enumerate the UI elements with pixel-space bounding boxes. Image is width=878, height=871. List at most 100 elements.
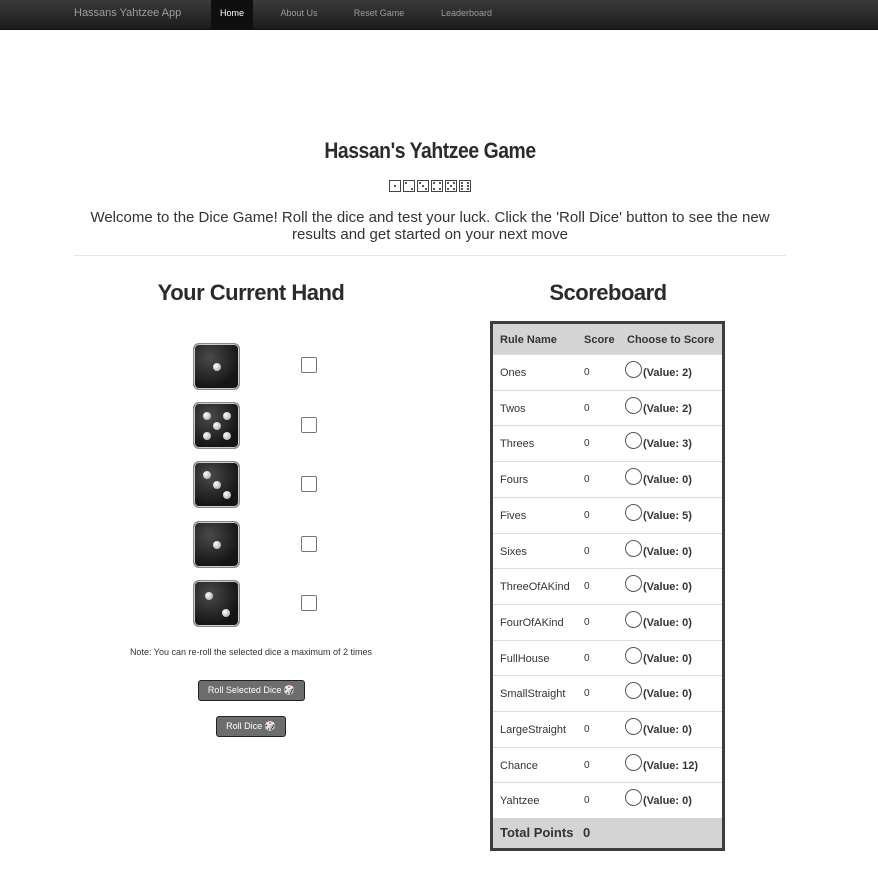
brand-link[interactable]: Hassans Yahtzee App — [74, 0, 181, 30]
choose-score-radio[interactable] — [625, 503, 642, 521]
die-1 — [193, 343, 240, 390]
header-rule-name: Rule Name — [500, 334, 557, 346]
header-choose: Choose to Score — [627, 334, 715, 346]
rule-score: 0 — [584, 795, 590, 807]
scoreboard-table: Rule Name Score Choose to Score Ones 0 (Va… — [490, 321, 725, 851]
nav-home[interactable]: Home — [211, 0, 253, 30]
choose-score-radio[interactable] — [625, 682, 642, 700]
die-2 — [193, 402, 240, 449]
rule-name: ThreeOfAKind — [500, 581, 570, 594]
rule-value: (Value: 0) — [643, 688, 692, 701]
table-row: Threes 0 (Value: 3) — [493, 425, 722, 461]
rule-score: 0 — [584, 474, 590, 486]
rule-score: 0 — [584, 438, 590, 450]
rule-score: 0 — [584, 724, 590, 735]
total-points-row: Total Points 0 — [493, 818, 722, 848]
rule-name: LargeStraight — [500, 724, 567, 736]
rule-name: Twos — [500, 402, 526, 415]
choose-score-radio[interactable] — [625, 396, 642, 414]
table-header: Rule Name Score Choose to Score — [493, 324, 722, 354]
die-face-4-icon — [431, 180, 443, 192]
hold-checkbox-2[interactable] — [301, 417, 317, 433]
dice-icons-strip — [389, 180, 471, 192]
rule-value: (Value: 0) — [643, 795, 692, 808]
nav-reset-game[interactable]: Reset Game — [348, 0, 410, 30]
hold-checkbox-1[interactable] — [301, 357, 317, 373]
rule-score: 0 — [584, 367, 590, 378]
choose-score-radio[interactable] — [625, 610, 642, 628]
die-face-5-icon — [445, 180, 457, 192]
table-row: Fives 0 (Value: 5) — [493, 496, 722, 533]
choose-score-radio[interactable] — [625, 753, 642, 771]
die-4 — [193, 521, 240, 568]
rule-name: Chance — [500, 759, 538, 772]
rule-name: Fours — [500, 474, 529, 487]
rule-value: (Value: 12) — [643, 759, 699, 772]
nav-leaderboard[interactable]: Leaderboard — [435, 0, 498, 30]
rule-name: FullHouse — [500, 652, 550, 665]
rule-score: 0 — [584, 545, 590, 557]
table-row: Sixes 0 (Value: 0) — [493, 532, 722, 569]
top-navbar: Hassans Yahtzee App Home About Us Reset … — [0, 0, 878, 30]
table-row: Yahtzee 0 (Value: 0) — [493, 782, 722, 818]
die-face-3-icon — [417, 180, 429, 192]
roll-selected-dice-button[interactable]: Roll Selected Dice 🎲 — [198, 680, 305, 701]
table-row: FourOfAKind 0 (Value: 0) — [493, 603, 722, 640]
table-row: Chance 0 (Value: 12) — [493, 746, 722, 783]
scoreboard-title: Scoreboard — [549, 280, 667, 305]
nav-about-us[interactable]: About Us — [275, 0, 323, 30]
table-row: LargeStraight 0 (Value: 0) — [493, 711, 722, 747]
rule-value: (Value: 0) — [643, 581, 692, 594]
rule-score: 0 — [584, 402, 590, 414]
table-row: ThreeOfAKind 0 (Value: 0) — [493, 568, 722, 604]
rule-score: 0 — [584, 509, 590, 521]
choose-score-radio[interactable] — [625, 646, 642, 664]
die-3 — [193, 461, 240, 508]
rule-name: Fives — [500, 509, 527, 522]
choose-score-radio[interactable] — [625, 718, 642, 735]
table-row: Ones 0 (Value: 2) — [493, 354, 722, 390]
choose-score-radio[interactable] — [625, 361, 642, 378]
reroll-note: Note: You can re-roll the selected dice … — [129, 647, 373, 657]
hold-checkbox-4[interactable] — [301, 536, 317, 552]
rule-value: (Value: 0) — [643, 474, 692, 487]
total-points-value: 0 — [583, 825, 591, 840]
rule-name: Ones — [500, 367, 527, 379]
rule-value: (Value: 2) — [643, 402, 692, 415]
roll-dice-button[interactable]: Roll Dice 🎲 — [216, 716, 286, 737]
rule-value: (Value: 3) — [643, 438, 692, 451]
rule-name: Yahtzee — [500, 795, 540, 808]
hand-title: Your Current Hand — [157, 280, 345, 305]
rule-score: 0 — [584, 616, 590, 628]
rule-score: 0 — [584, 652, 590, 664]
hold-checkbox-5[interactable] — [301, 595, 317, 611]
rule-name: SmallStraight — [500, 688, 566, 701]
table-row: Fours 0 (Value: 0) — [493, 461, 722, 497]
choose-score-radio[interactable] — [625, 468, 642, 486]
page-title: Hassan's Yahtzee Game — [324, 138, 536, 163]
choose-score-radio[interactable] — [625, 575, 642, 593]
header-score: Score — [584, 334, 615, 346]
rule-score: 0 — [584, 688, 590, 700]
die-face-1-icon — [389, 180, 401, 192]
hold-checkbox-3[interactable] — [301, 476, 317, 492]
rule-value: (Value: 0) — [643, 545, 692, 558]
rule-name: Threes — [500, 438, 535, 451]
divider — [74, 255, 786, 256]
total-points-label: Total Points — [500, 825, 574, 840]
rule-score: 0 — [584, 581, 590, 593]
table-row: FullHouse 0 (Value: 0) — [493, 639, 722, 676]
rule-name: FourOfAKind — [500, 616, 564, 629]
die-face-6-icon — [459, 180, 471, 192]
die-face-2-icon — [403, 180, 415, 192]
choose-score-radio[interactable] — [625, 539, 642, 557]
welcome-text: Welcome to the Dice Game! Roll the dice … — [90, 209, 770, 243]
table-row: Twos 0 (Value: 2) — [493, 389, 722, 426]
rule-value: (Value: 2) — [643, 367, 692, 379]
die-5 — [193, 580, 240, 627]
rule-value: (Value: 0) — [643, 616, 692, 629]
choose-score-radio[interactable] — [625, 789, 642, 807]
choose-score-radio[interactable] — [625, 432, 642, 450]
rule-value: (Value: 0) — [643, 652, 692, 665]
table-row: SmallStraight 0 (Value: 0) — [493, 675, 722, 711]
